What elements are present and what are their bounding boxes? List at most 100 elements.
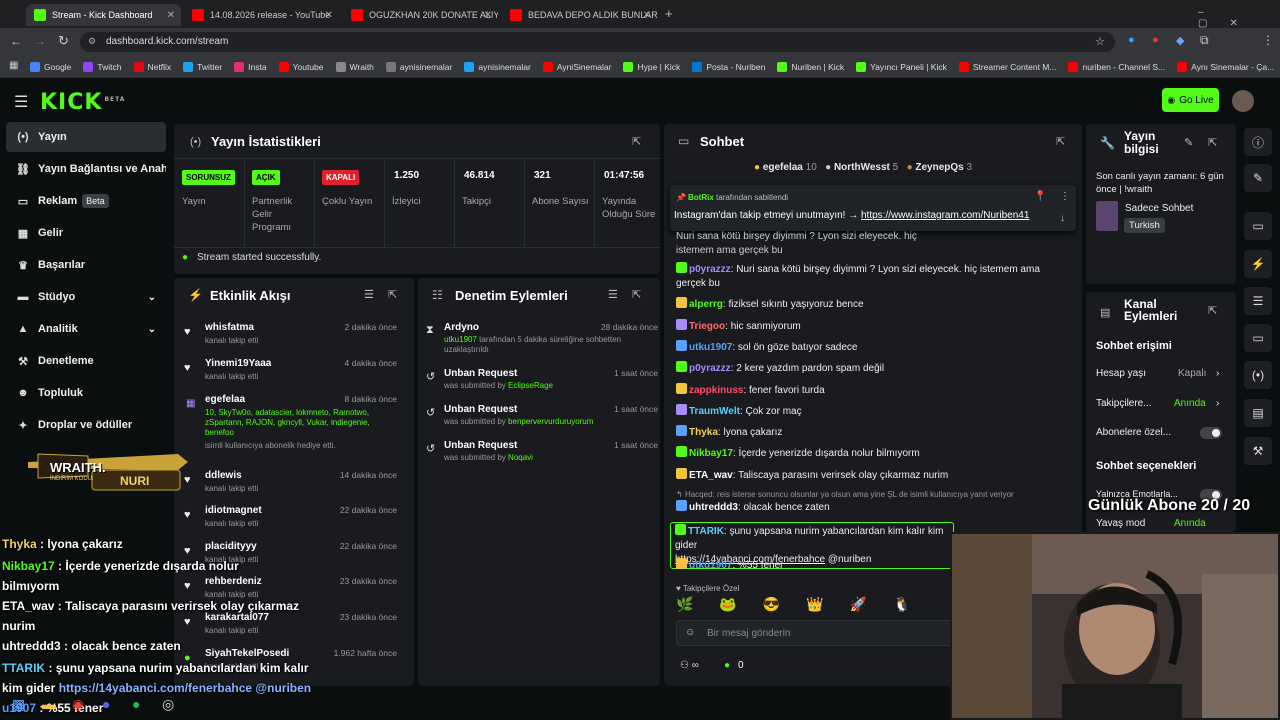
forward-icon[interactable]: → xyxy=(34,34,46,48)
chat-bubble-icon[interactable]: ▭ xyxy=(1244,324,1272,352)
bookmark-item[interactable]: AyniSinemalar xyxy=(542,61,611,72)
wallet-icon[interactable]: ▭ xyxy=(1244,212,1272,240)
bookmark-item[interactable]: Yayıncı Paneli | Kick xyxy=(856,61,947,72)
edit-icon[interactable]: ✎ xyxy=(1184,136,1193,149)
bookmark-item[interactable]: Wraith xyxy=(335,61,374,72)
chat-username[interactable]: ETA_wav xyxy=(689,470,733,481)
list-icon[interactable]: ☰ xyxy=(1244,287,1272,315)
edit-icon[interactable]: ✎ xyxy=(1244,164,1272,192)
pinned-message[interactable]: 📌 BotRix tarafından sabitlendi 📍 ⋮ Insta… xyxy=(670,185,1076,231)
spotify-icon[interactable]: ● xyxy=(132,696,140,712)
extension-icon[interactable]: ● xyxy=(1128,34,1135,46)
stack-icon[interactable]: ▤ xyxy=(1244,399,1272,427)
sidebar-item-8[interactable]: ☻ Topluluk xyxy=(6,378,166,408)
extension-icon[interactable]: ● xyxy=(1152,34,1159,46)
bookmark-item[interactable]: Twitch xyxy=(83,61,122,72)
bookmark-item[interactable]: aynisinemalar xyxy=(464,61,531,72)
sidebar-item-4[interactable]: ♛ Başarılar xyxy=(6,250,166,280)
close-icon[interactable]: ✕ xyxy=(325,10,333,21)
shield-icon[interactable]: ◆ xyxy=(1176,34,1184,47)
hammer-icon[interactable]: ⚒ xyxy=(1244,437,1272,465)
slow-mode-row[interactable]: Yavaş mod Anında xyxy=(1096,518,1226,529)
hamburger-menu-icon[interactable]: ☰ xyxy=(14,92,28,112)
bookmark-item[interactable]: Netflix xyxy=(133,61,171,72)
pin-action-icon[interactable]: 📍 xyxy=(1034,191,1046,202)
popout-icon[interactable]: ⇱ xyxy=(1056,135,1065,148)
sidebar-item-3[interactable]: ▦ Gelir xyxy=(6,218,166,248)
bookmark-item[interactable]: Hype | Kick xyxy=(623,61,680,72)
browser-icon[interactable]: ◉ xyxy=(72,696,84,713)
chat-username[interactable]: Triegoo xyxy=(689,321,725,332)
emote-bar[interactable]: 🌿🐸😎👑🚀🐧 xyxy=(676,596,946,614)
lightning-icon[interactable]: ⚡ xyxy=(1244,250,1272,278)
chat-username[interactable]: uhtreddd3 xyxy=(689,502,738,513)
app-icon[interactable]: ◎ xyxy=(162,696,174,713)
channel-points-icon[interactable]: ⚇ ∞ xyxy=(680,660,699,671)
chat-username[interactable]: alperrg xyxy=(689,299,723,310)
account-age-row[interactable]: Hesap yaşı Kapalı › xyxy=(1096,368,1226,379)
popout-icon[interactable]: ⇱ xyxy=(632,288,641,301)
info-icon[interactable]: ⓘ xyxy=(1244,128,1272,156)
popout-icon[interactable]: ⇱ xyxy=(1208,304,1217,317)
list-item[interactable]: ↺ Unban Request was submitted by benperver… xyxy=(426,404,658,427)
go-live-button[interactable]: ◉ Go Live xyxy=(1162,88,1219,112)
sidebar-item-6[interactable]: ▲ Analitik ⌄ xyxy=(6,314,166,344)
chat-username[interactable]: utku1907 xyxy=(689,342,732,353)
discord-icon[interactable]: ● xyxy=(102,696,110,712)
list-item[interactable]: ↺ Unban Request was submitted by EclipseRa… xyxy=(426,368,658,391)
chat-username[interactable]: Thyka xyxy=(689,427,718,438)
avatar[interactable] xyxy=(1232,90,1254,112)
tab-kick-dashboard[interactable]: Stream - Kick Dashboard ✕ xyxy=(26,4,181,26)
bookmark-item[interactable]: Streamer Content M... xyxy=(958,61,1056,72)
bookmark-item[interactable]: nuriben - Channel S... xyxy=(1068,61,1165,72)
gifter-name[interactable]: NorthWesst xyxy=(834,162,890,173)
folder-icon[interactable]: ▬ xyxy=(42,696,56,712)
chat-username[interactable]: zappkinuss xyxy=(689,385,743,396)
bookmark-item[interactable]: Aynı Sinemalar - Ça... xyxy=(1177,61,1274,72)
pinned-link[interactable]: https://www.instagram.com/Nuriben41 xyxy=(861,210,1029,221)
new-tab-icon[interactable]: + xyxy=(665,6,673,21)
list-item[interactable]: ⧗ Ardyno utku1907 tarafından 5 dakika süre… xyxy=(426,322,658,355)
app-icon[interactable]: ▩ xyxy=(12,696,25,713)
arrow-down-icon[interactable]: ↓ xyxy=(1060,213,1065,224)
chat-username[interactable]: p0yrazzz xyxy=(689,264,731,275)
tab-oguzkhan[interactable]: OGUZKHAN 20K DONATE ALIYO ✕ xyxy=(343,4,498,26)
more-options-icon[interactable]: ⋮ xyxy=(1060,191,1070,202)
popout-icon[interactable]: ⇱ xyxy=(1208,136,1217,149)
popout-icon[interactable]: ⇱ xyxy=(388,288,397,301)
close-icon[interactable]: ✕ xyxy=(643,10,651,21)
sidebar-item-5[interactable]: ▬ Stüdyo ⌄ xyxy=(6,282,166,312)
filter-icon[interactable]: ☰ xyxy=(364,288,374,301)
sidebar-item-1[interactable]: ⛓Yayın Bağlantısı ve Anahtarı xyxy=(6,154,166,184)
sidebar-item-9[interactable]: ✦ Droplar ve ödüller xyxy=(6,410,166,440)
chat-username[interactable]: Nikbay17 xyxy=(689,448,733,459)
chat-input[interactable]: ☺ Bir mesaj gönderin xyxy=(676,620,956,646)
back-icon[interactable]: ← xyxy=(10,34,22,48)
emoji-icon[interactable]: ☺ xyxy=(685,627,695,638)
apps-grid-icon[interactable]: ▦ xyxy=(9,60,18,71)
bookmark-item[interactable]: Twitter xyxy=(183,61,222,72)
close-icon[interactable]: ✕ xyxy=(484,10,492,21)
sidebar-item-7[interactable]: ⚒ Denetleme xyxy=(6,346,166,376)
close-icon[interactable]: ✕ xyxy=(167,10,175,21)
reload-icon[interactable]: ↻ xyxy=(58,33,69,49)
url-field[interactable]: ⚙ dashboard.kick.com/stream ☆ xyxy=(80,32,1115,52)
gifter-name[interactable]: egefelaa xyxy=(763,162,803,173)
bookmark-item[interactable]: aynisinemalar xyxy=(385,61,452,72)
bookmark-item[interactable]: Posta - Nuriben xyxy=(692,61,765,72)
list-item[interactable]: ↺ Unban Request was submitted by Noqavi 1 s… xyxy=(426,440,658,463)
bookmark-item[interactable]: Nuriben | Kick xyxy=(777,61,844,72)
puzzle-icon[interactable]: ⧉ xyxy=(1200,33,1209,48)
site-info-icon[interactable]: ⚙ xyxy=(88,36,96,47)
chat-username[interactable]: TTARIK xyxy=(688,526,724,537)
window-controls[interactable]: –▢✕ xyxy=(1198,7,1280,29)
language-tag[interactable]: Turkish xyxy=(1124,218,1165,233)
bookmark-item[interactable]: Insta xyxy=(234,61,267,72)
sidebar-item-0[interactable]: (•) Yayın xyxy=(6,122,166,152)
followers-row[interactable]: Takipçilere... Anında › xyxy=(1096,398,1226,409)
subscribers-only-toggle[interactable] xyxy=(1200,427,1222,439)
star-icon[interactable]: ☆ xyxy=(1095,35,1105,48)
filter-icon[interactable]: ☰ xyxy=(608,288,618,301)
sidebar-item-2[interactable]: ▭ Reklam Beta xyxy=(6,186,166,216)
kick-logo[interactable]: KICK BETA xyxy=(40,90,125,115)
